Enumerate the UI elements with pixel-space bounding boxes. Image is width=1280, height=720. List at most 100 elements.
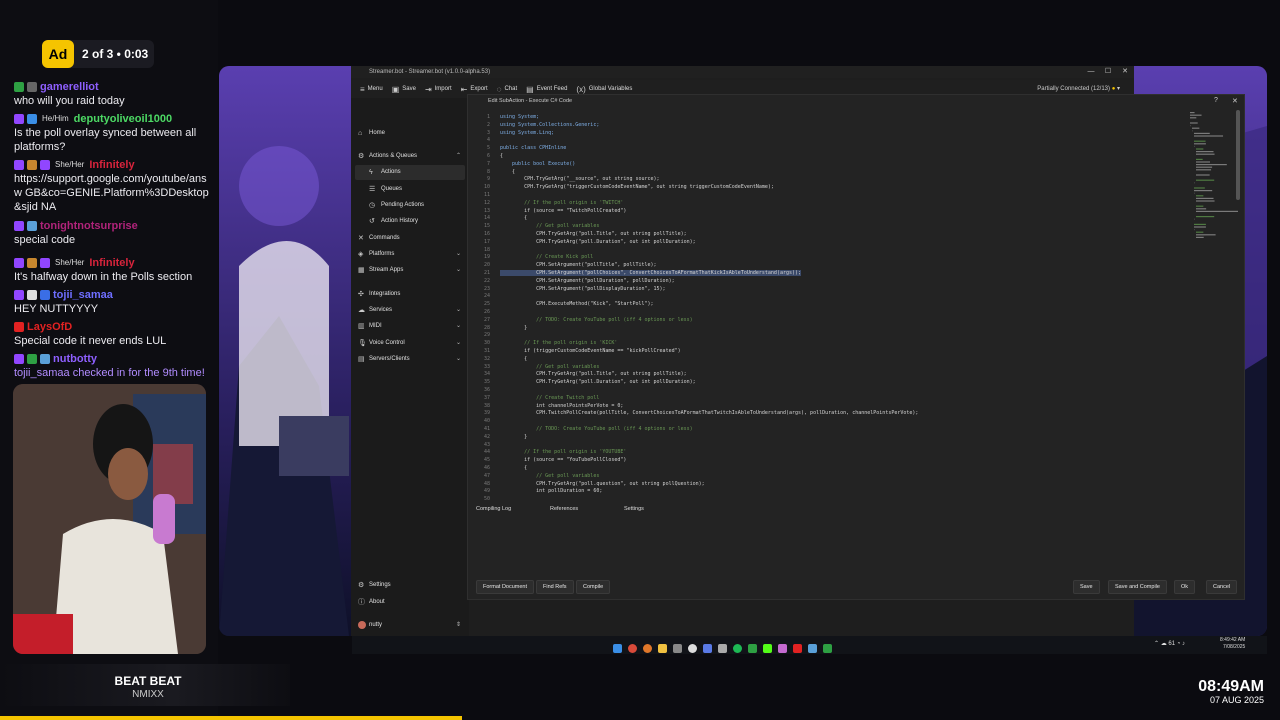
line-number: 37 — [483, 394, 490, 401]
history-icon: ↺ — [369, 218, 375, 225]
line-number: 4 — [486, 137, 490, 144]
line-number: 25 — [483, 301, 490, 308]
sidebar-item-actions-queues[interactable]: ⚙ Actions & Queues ⌃ — [355, 149, 465, 164]
export-button[interactable]: ⇤ Export — [461, 85, 488, 94]
minimap-line — [1194, 140, 1206, 142]
chat-username[interactable]: deputyoliveoil1000 — [74, 112, 172, 126]
format-document-button[interactable]: Format Document — [476, 580, 535, 594]
kick-icon[interactable] — [763, 644, 772, 654]
chat-text: Is the poll overlay synced between all p… — [14, 127, 197, 153]
line-number: 41 — [483, 426, 490, 432]
chat-username[interactable]: nutbotty — [53, 352, 97, 366]
code-line: int pollDuration = 60; — [500, 488, 603, 495]
code-line: } — [500, 324, 528, 331]
save-and-compile-button[interactable]: Save and Compile — [1108, 580, 1167, 594]
code-line: CPH.SetArgument("pollTitle", pollTitle); — [500, 262, 657, 269]
app-icon[interactable] — [673, 644, 682, 654]
actions-icon: ⚙ — [358, 153, 365, 160]
sidebar-item-queues[interactable]: ☰ Queues — [355, 182, 465, 197]
cancel-button[interactable]: Cancel — [1206, 580, 1238, 594]
sidebar-item-pending[interactable]: ◷ Pending Actions — [355, 198, 465, 213]
code-area[interactable]: 1 using System; 2 using System.Collections.… — [468, 110, 1188, 500]
maximize-icon[interactable]: ☐ — [1101, 66, 1115, 78]
streamerbot-icon[interactable] — [823, 644, 832, 654]
sidebar-item-voice[interactable]: 🎙 Voice Control ⌄ — [355, 336, 465, 351]
sidebar-item-services[interactable]: ☁ Services ⌄ — [355, 303, 465, 318]
sidebar-item-about[interactable]: ⓘ About — [355, 595, 465, 610]
import-button[interactable]: ⇥ Import — [425, 85, 452, 94]
save-button[interactable]: Save — [1073, 580, 1100, 594]
user-menu[interactable]: nutty ⇕ — [355, 618, 465, 633]
sidebar-item-platforms[interactable]: ◈ Platforms ⌄ — [355, 247, 465, 262]
tray-clock[interactable]: 8:49:42 AM 7/08/2025 — [1220, 637, 1245, 651]
save-button[interactable]: ▣ Save — [392, 85, 416, 94]
pronoun-tag: She/Her — [55, 258, 85, 267]
find-refs-button[interactable]: Find Refs — [536, 580, 574, 594]
line-number: 23 — [483, 285, 490, 292]
minimize-icon[interactable]: — — [1084, 66, 1098, 78]
folder-icon[interactable] — [658, 644, 667, 654]
twitch-icon — [14, 160, 24, 170]
app-icon[interactable] — [793, 644, 802, 654]
code-line: // If the poll origin is 'KICK' — [500, 340, 618, 347]
variables-icon: (x) — [576, 84, 586, 94]
taskbar: ⌃ ☁ 61 ◔ ♪ 8:49:42 AM 7/08/2025 — [352, 636, 1267, 654]
line-number: 33 — [483, 363, 490, 370]
ad-label: Ad — [42, 40, 74, 68]
help-icon[interactable]: ? — [1214, 97, 1218, 104]
chat-username[interactable]: LaysOfD — [27, 320, 72, 334]
menu-button[interactable]: ≡ Menu — [360, 85, 383, 94]
chat-username[interactable]: Infinitely — [89, 158, 134, 172]
tray-icons[interactable]: ⌃ ☁ 61 ◔ ♪ — [1154, 640, 1185, 647]
app-icon[interactable] — [703, 644, 712, 654]
code-line: CPH.TryGetArg("poll.Title", out string p… — [500, 231, 687, 237]
chat-username[interactable]: Infinitely — [89, 256, 134, 270]
twitch-icon — [14, 258, 24, 268]
browser-icon[interactable] — [643, 644, 652, 654]
sidebar-item-actions[interactable]: ϟ Actions — [355, 165, 465, 180]
tab-settings[interactable]: Settings — [624, 506, 644, 512]
chat-username[interactable]: gamerelliot — [40, 80, 99, 94]
global-variables-button[interactable]: (x) Global Variables — [576, 85, 632, 94]
close-icon[interactable]: ✕ — [1232, 97, 1238, 105]
windows-icon[interactable] — [613, 644, 622, 654]
home-icon: ⌂ — [358, 130, 363, 137]
line-number: 24 — [483, 293, 490, 300]
compile-button[interactable]: Compile — [576, 580, 611, 594]
sidebar-item-integrations[interactable]: ✣ Integrations — [355, 287, 465, 302]
tab-references[interactable]: References — [550, 506, 578, 512]
app-icon[interactable] — [748, 644, 757, 654]
app-icon[interactable] — [808, 644, 817, 654]
chat-username[interactable]: tonightnotsurprise — [40, 219, 138, 233]
line-number: 6 — [486, 153, 490, 159]
close-icon[interactable]: ✕ — [1118, 66, 1132, 78]
sidebar-item-home[interactable]: ⌂ Home — [355, 126, 465, 141]
chat-username[interactable]: tojii_samaa — [53, 288, 113, 302]
import-icon: ⇥ — [424, 84, 432, 94]
minimap-line — [1196, 234, 1216, 236]
sidebar-item-servers[interactable]: ▤ Servers/Clients ⌄ — [355, 352, 465, 367]
badge-icon — [27, 114, 37, 124]
minimap-line — [1194, 143, 1206, 145]
sidebar-item-history[interactable]: ↺ Action History — [355, 214, 465, 229]
app-icon[interactable] — [778, 644, 787, 654]
code-line: CPH.TryGetArg("poll.question", out strin… — [500, 480, 705, 487]
ok-button[interactable]: Ok — [1174, 580, 1196, 594]
chat-button[interactable]: ◌ Chat — [497, 85, 517, 94]
spotify-icon[interactable] — [733, 644, 742, 654]
chrome-icon[interactable] — [628, 644, 637, 654]
app-icon[interactable] — [718, 644, 727, 654]
code-line: using System.Collections.Generic; — [500, 121, 600, 128]
code-line: // Create Twitch poll — [500, 394, 600, 401]
sidebar-item-settings[interactable]: ⚙ Settings — [355, 578, 465, 593]
code-minimap[interactable] — [1188, 110, 1238, 250]
badge-icon — [40, 160, 50, 170]
tab-compiling-log[interactable]: Compiling Log — [476, 506, 511, 512]
sidebar-item-midi[interactable]: ▥ MIDI ⌄ — [355, 319, 465, 334]
scrollbar[interactable] — [1236, 110, 1240, 200]
obs-icon[interactable] — [688, 644, 697, 654]
sidebar-item-commands[interactable]: ✕ Commands — [355, 231, 465, 246]
event-feed-button[interactable]: ▤ Event Feed — [526, 85, 567, 94]
sidebar-item-stream-apps[interactable]: ▦ Stream Apps ⌄ — [355, 263, 465, 278]
